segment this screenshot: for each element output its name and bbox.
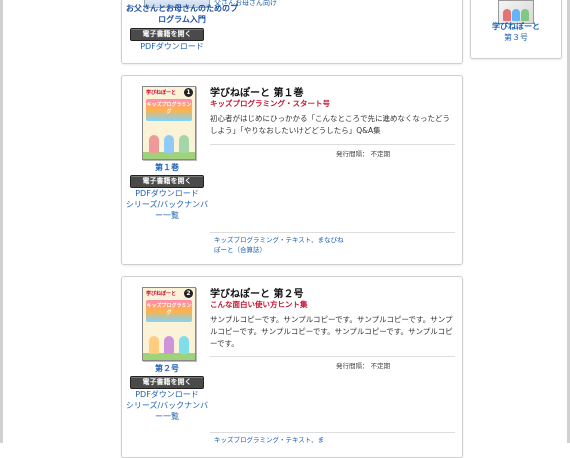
book-title: 学びねぽーと 第１巻 — [210, 88, 304, 99]
series-backnumber-link[interactable]: シリーズ/バックナンバー一覧 — [124, 400, 210, 422]
pdf-download-link[interactable]: PDFダウンロード — [122, 41, 222, 52]
publication-frequency: 発行間隔： 不定期 — [336, 362, 391, 370]
side-book-card: 学びねぽーと 第３号 — [470, 0, 562, 59]
book-cover-image[interactable]: 学びねぽーと 2 キッズプログラミング — [142, 287, 196, 361]
book-description: 初心者がはじめにひっかかる「こんなところで先に進めなくなったどうしよう」「やりな… — [210, 114, 450, 135]
cover-character — [179, 336, 189, 354]
cover-character — [164, 135, 174, 153]
cover-character — [164, 336, 174, 354]
open-ebook-button[interactable]: 電子書籍を開く — [130, 376, 204, 389]
side-book-title-link[interactable]: 学びねぽーと 第３号 — [471, 21, 561, 43]
volume-link[interactable]: 第２号 — [122, 363, 212, 374]
publication-frequency: 発行間隔： 不定期 — [336, 150, 391, 158]
book-card-volume-2: 学びねぽーと 2 キッズプログラミング 第２号 電子書籍を開く PDFダウンロー… — [121, 276, 463, 458]
book-subtitle: こんな面白い使い方ヒント集 — [210, 300, 308, 309]
side-title-line1: 学びねぽーと — [492, 22, 540, 31]
cover-character — [149, 336, 159, 354]
cover-character — [179, 135, 189, 153]
series-backnumber-link[interactable]: シリーズ/バックナンバー一覧 — [124, 199, 210, 221]
volume-link[interactable]: 第１巻 — [122, 162, 212, 173]
page-frame-left — [0, 0, 3, 443]
divider — [210, 432, 455, 433]
divider — [210, 232, 455, 233]
book-subtitle: キッズプログラミング・スタート号 — [210, 99, 330, 108]
open-ebook-button[interactable]: 電子書籍を開く — [130, 28, 204, 41]
cover-band-text: キッズプログラミング — [146, 102, 192, 115]
book-card-volume-1: 学びねぽーと 1 キッズプログラミング 第１巻 電子書籍を開く PDFダウンロー… — [121, 75, 463, 265]
audience-link[interactable]: 父さんお母さん向け — [214, 0, 277, 8]
divider — [210, 356, 455, 357]
cover-band-text: キッズプログラミング — [146, 303, 192, 316]
side-title-line2: 第３号 — [504, 33, 528, 42]
book-cover-image[interactable]: 学びねぽーと 1 キッズプログラミング — [142, 86, 196, 160]
pdf-download-link[interactable]: PDFダウンロード — [122, 188, 212, 199]
cover-head: 学びねぽーと — [146, 291, 177, 297]
pdf-download-link[interactable]: PDFダウンロード — [122, 389, 212, 400]
book-title: 学びねぽーと 第２号 — [210, 289, 304, 300]
cover-ground — [143, 152, 195, 159]
divider — [210, 144, 455, 145]
cover-number-badge: 1 — [184, 88, 193, 97]
cover-head: 学びねぽーと — [146, 90, 177, 96]
cover-ground — [143, 353, 195, 360]
category-tags-link[interactable]: キッズプログラミング・テキスト、ま — [214, 435, 344, 445]
book-description: サンプルコピーです。サンプルコピーです。サンプルコピーです。サンプルコピーです。… — [210, 315, 453, 348]
cover-character — [149, 135, 159, 153]
cover-number-badge: 2 — [184, 289, 193, 298]
book-card-parents: お父さんとお母さんのためのプログラム入門 電子書籍を開く PDFダウンロード 父… — [121, 0, 463, 64]
category-tags-link[interactable]: キッズプログラミング・テキスト、まなびねぽーと（合算誌） — [214, 235, 344, 255]
open-ebook-button[interactable]: 電子書籍を開く — [130, 175, 204, 188]
